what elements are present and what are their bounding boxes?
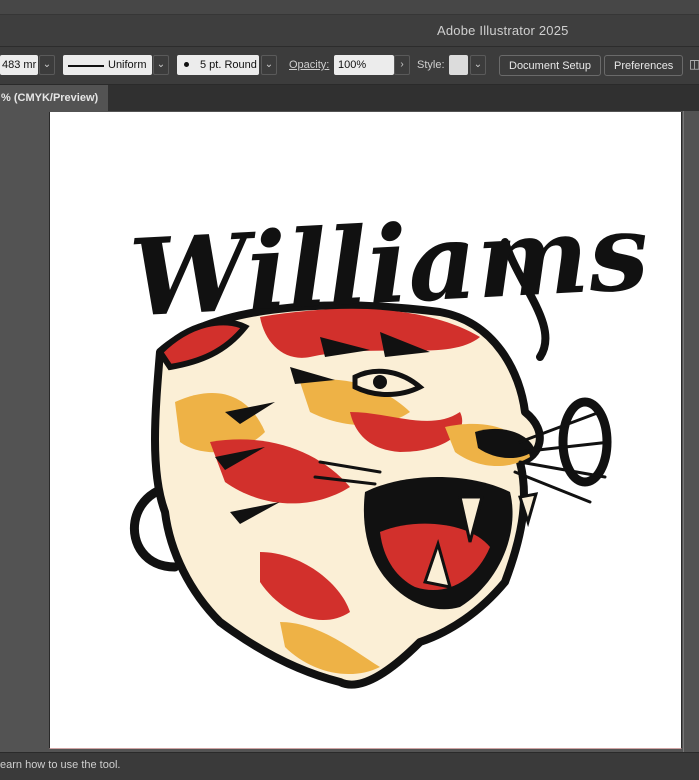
control-bar: 483 mr ⌄ Uniform ⌄ 5 pt. Round ⌄ Opacity… [0, 47, 699, 85]
brush-dropdown[interactable]: ⌄ [261, 55, 277, 75]
status-bar: earn how to use the tool. [0, 752, 699, 780]
document-tab-bar: % (CMYK/Preview) [0, 85, 699, 111]
title-bar: Adobe Illustrator 2025 [0, 0, 699, 47]
document-tab[interactable]: % (CMYK/Preview) [0, 85, 108, 111]
graphic-style-swatch[interactable] [449, 55, 468, 75]
stroke-weight-value: 483 mr [2, 59, 37, 71]
chevron-down-icon: ⌄ [42, 59, 52, 70]
title-bar-strip [0, 0, 699, 15]
panel-menu-icon[interactable]: ◫ [689, 57, 699, 71]
opacity-label[interactable]: Opacity: [289, 59, 329, 71]
stroke-line-icon [68, 65, 104, 67]
stroke-profile-value: Uniform [108, 59, 147, 71]
variable-width-profile-field[interactable]: Uniform [63, 55, 152, 75]
stroke-weight-field[interactable]: 483 mr [0, 55, 38, 75]
style-dropdown[interactable]: ⌄ [470, 55, 486, 75]
chevron-right-icon: › [400, 59, 404, 70]
brush-dot-icon [184, 62, 189, 67]
stroke-profile-dropdown[interactable]: ⌄ [153, 55, 169, 75]
document-setup-button[interactable]: Document Setup [499, 55, 601, 76]
tiger-artwork[interactable]: Williams [50, 112, 681, 748]
canvas-scroll-edge [683, 111, 684, 752]
brush-value: 5 pt. Round [200, 59, 257, 71]
status-hint[interactable]: earn how to use the tool. [0, 759, 120, 771]
stroke-weight-dropdown[interactable]: ⌄ [39, 55, 55, 75]
artboard[interactable]: Williams [49, 112, 682, 749]
opacity-field[interactable]: 100% [334, 55, 394, 75]
opacity-expand-button[interactable]: › [394, 55, 410, 75]
chevron-down-icon: ⌄ [473, 59, 483, 70]
brush-definition-field[interactable]: 5 pt. Round [177, 55, 259, 75]
style-label: Style: [417, 59, 445, 71]
williams-script-text: Williams [127, 188, 652, 340]
preferences-button[interactable]: Preferences [604, 55, 684, 76]
chevron-down-icon: ⌄ [264, 59, 274, 70]
app-title: Adobe Illustrator 2025 [437, 23, 569, 38]
opacity-value: 100% [338, 59, 367, 71]
tiger-pupil [373, 375, 387, 389]
chevron-down-icon: ⌄ [156, 59, 166, 70]
document-tab-label: % (CMYK/Preview) [1, 92, 99, 104]
